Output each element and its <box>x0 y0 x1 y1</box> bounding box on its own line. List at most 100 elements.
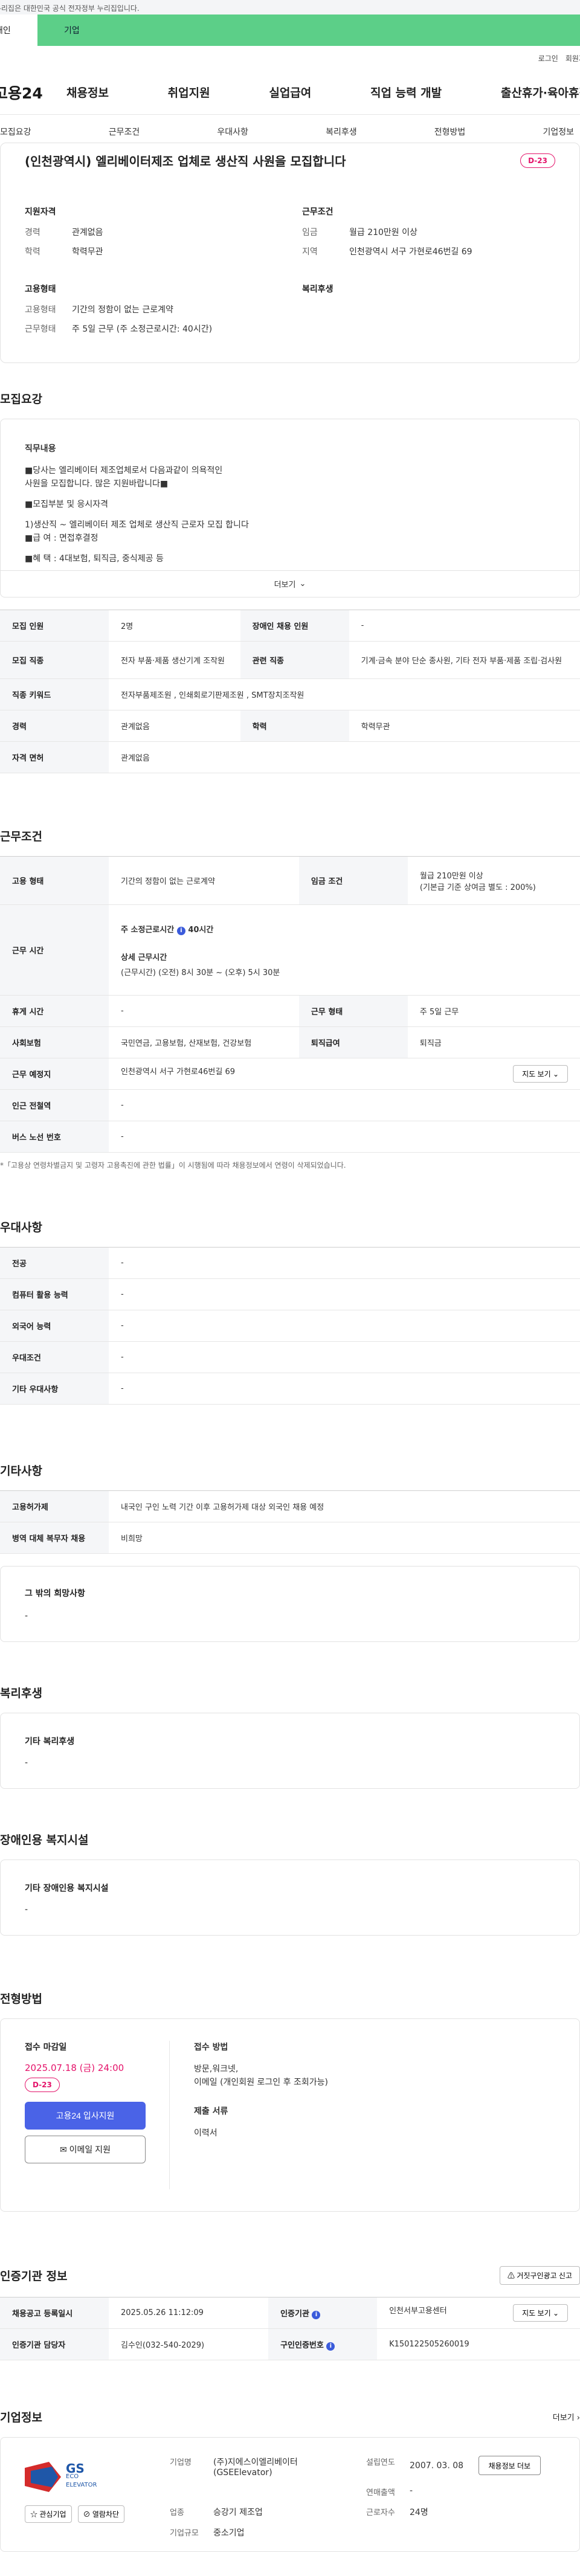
table-key: 모집 인원 <box>0 610 109 642</box>
map-button[interactable]: 지도 보기 ⌄ <box>513 1065 568 1083</box>
table-key: 퇴직급여 <box>298 1026 408 1058</box>
disabled-heading: 기타 장애인용 복지시설 <box>25 1884 109 1893</box>
anchor-work[interactable]: 근무조건 <box>109 126 140 138</box>
table-row: 전공 - <box>0 1247 580 1279</box>
table-value: 기계·금속 분야 단순 종사원, 기타 전자 부품·제품 조립·검사원 <box>349 641 580 679</box>
table-row: 컴퓨터 활용 능력 - <box>0 1278 580 1310</box>
apply-right: 접수 방법 방문,워크넷, 이메일 (개인회원 로그인 후 조회가능) 제출 서… <box>170 2041 328 2189</box>
method-value: 이메일 (개인회원 로그인 후 조회가능) <box>194 2078 328 2087</box>
anchor-pref[interactable]: 우대사항 <box>217 126 248 138</box>
table-key: 자격 면허 <box>0 741 109 773</box>
more-button[interactable]: 더보기 ⌄ <box>1 570 579 597</box>
company-info: 기업명 (주)지에스이엘리베이터(GSEElevator) 설립연도 2007.… <box>170 2456 555 2538</box>
table-value: K150122505260019 <box>377 2328 580 2360</box>
anchor-company[interactable]: 기업정보 <box>543 126 574 138</box>
table-key: 채용공고 등록일시 <box>0 2297 109 2329</box>
company-jobs-label: 채용정보 더보 <box>488 2461 531 2470</box>
apply-button[interactable]: 고용24 입사지원 <box>25 2102 146 2130</box>
login-link[interactable]: 로그인 <box>538 53 558 63</box>
company-name-label: 기업명 <box>170 2458 192 2467</box>
edu-value: 학력무관 <box>72 247 103 257</box>
anchor-recruit[interactable]: 모집요강 <box>0 126 31 138</box>
site-logo[interactable]: 고용24 <box>0 82 66 103</box>
work-time-cell: 주 소정근로시간 i 40시간 상세 근무시간 (근무시간) (오전) 8시 3… <box>109 904 580 996</box>
table-key: 구인인증번호 i <box>268 2328 378 2360</box>
table-value: 2명 <box>109 610 240 642</box>
company-jobs-button[interactable]: 채용정보 더보 <box>478 2456 541 2475</box>
table-key: 학력 <box>240 710 349 742</box>
docs-value: 이력서 <box>194 2128 218 2138</box>
company-more-link[interactable]: 더보기 › <box>553 2411 580 2423</box>
table-row: 버스 노선 번호 - <box>0 1121 580 1153</box>
gnb-item-leave[interactable]: 출산휴가·육아휴직 <box>501 84 580 100</box>
deadline-value: 2025.07.18 (금) 24:00 <box>25 2062 124 2073</box>
tab-company[interactable]: 기업 <box>37 14 580 46</box>
gnb-item-support[interactable]: 취업지원 <box>168 84 210 100</box>
deadline-heading: 접수 마감일 <box>25 2043 67 2052</box>
table-row: 채용공고 등록일시 2025.05.26 11:12:09 인증기관 i 인천서… <box>0 2297 580 2329</box>
duty-line: ■당사는 엘리베이터 제조업체로서 다음과같이 의욕적인 <box>25 466 223 475</box>
report-button[interactable]: ⚠ 거짓구인광고 신고 <box>499 2266 580 2285</box>
table-value: - <box>109 1373 580 1405</box>
block-icon: ⊘ <box>83 2510 91 2519</box>
user-type-tabs: 개인 기업 <box>0 14 580 46</box>
emp-title: 고용형태 <box>25 285 56 294</box>
disabled-box: 기타 장애인용 복지시설 - <box>0 1860 580 1936</box>
join-link[interactable]: 회원가입 <box>566 53 580 63</box>
block-company-button[interactable]: ⊘ 열람차단 <box>77 2505 125 2523</box>
anchor-apply[interactable]: 전형방법 <box>434 126 466 138</box>
anchor-welfare[interactable]: 복리후생 <box>326 126 357 138</box>
hope-value: - <box>25 1611 28 1621</box>
map-button-label: 지도 보기 <box>522 1070 551 1078</box>
hope-box: 그 밖의 희망사항 - <box>0 1566 580 1642</box>
chevron-down-icon: ⌄ <box>299 579 306 588</box>
gnb-item-benefit[interactable]: 실업급여 <box>269 84 311 100</box>
logo-text: GS <box>66 2461 85 2476</box>
company-sales-label: 연매출액 <box>366 2488 395 2497</box>
global-nav: 고용24 채용정보 취업지원 실업급여 직업 능력 개발 출산휴가·육아휴직 <box>0 70 580 115</box>
etc-section-title: 기타사항 <box>0 1464 42 1478</box>
gnb-item-jobs[interactable]: 채용정보 <box>66 84 109 100</box>
tab-personal[interactable]: 개인 <box>0 14 37 46</box>
emptype-label: 고용형태 <box>25 305 56 315</box>
star-icon: ☆ <box>30 2510 38 2519</box>
cert-map-label: 지도 보기 <box>522 2309 551 2317</box>
company-year-row: 2007. 03. 08 채용정보 더보 <box>410 2456 555 2478</box>
pref-section-title: 우대사항 <box>0 1221 42 1234</box>
table-row: 근무 예정지 인천광역시 서구 가현로46번길 69 지도 보기 ⌄ <box>0 1058 580 1090</box>
gnb-item-training[interactable]: 직업 능력 개발 <box>370 84 442 100</box>
worktype-value: 주 5일 근무 (주 소정근로시간: 40시간) <box>72 324 213 334</box>
method-heading: 접수 방법 <box>194 2043 228 2052</box>
table-key: 근무 형태 <box>298 995 408 1027</box>
apply-button-label: 고용24 입사지원 <box>56 2111 115 2120</box>
welfare-title: 복리후생 <box>302 285 334 294</box>
favorite-company-button[interactable]: ☆ 관심기업 <box>25 2505 72 2523</box>
duty-heading: 직무내용 <box>25 444 56 454</box>
table-key: 기타 우대사항 <box>0 1373 109 1405</box>
table-row: 자격 면허 관계없음 <box>0 741 580 773</box>
welfare-value: - <box>25 1758 28 1768</box>
table-key: 외국어 능력 <box>0 1310 109 1342</box>
etc-table: 고용허가제 내국인 구인 노력 기간 이후 고용허가제 대상 외국인 채용 예정 … <box>0 1490 580 1554</box>
email-apply-button[interactable]: ✉ 이메일 지원 <box>25 2136 146 2163</box>
info-icon[interactable]: i <box>326 2342 335 2351</box>
gov-banner-text: 이 누리집은 대한민국 공식 전자정부 누리집입니다. <box>0 4 140 13</box>
disabled-value: - <box>25 1905 28 1914</box>
info-icon[interactable]: i <box>312 2310 321 2319</box>
company-logo-area: GS ECO ELEVATOR ☆ 관심기업 ⊘ 열람차단 <box>25 2456 170 2533</box>
cert-section-head: 인증기관 정보 ⚠ 거짓구인광고 신고 <box>0 2266 580 2285</box>
table-row: 고용허가제 내국인 구인 노력 기간 이후 고용허가제 대상 외국인 채용 예정 <box>0 1490 580 1522</box>
welfare-group: 복리후생 <box>302 283 555 342</box>
cert-map-button[interactable]: 지도 보기 ⌄ <box>513 2304 568 2322</box>
wage-sub: (기본급 기준 상여금 별도 : 200%) <box>419 883 536 892</box>
table-key: 인증기관 i <box>268 2297 378 2329</box>
emp-group: 고용형태 고용형태 기간의 정함이 없는 근로계약 근무형태 주 5일 근무 (주 … <box>25 283 278 342</box>
duty-line: 1)생산직 ~ 엘리베이터 제조 업체로 생산직 근로자 모집 합니다 <box>25 520 249 530</box>
edu-label: 학력 <box>25 247 40 257</box>
table-value: - <box>109 1121 580 1153</box>
career-value: 관계없음 <box>72 228 103 237</box>
util-bar: 로그인 회원가입 <box>0 46 580 70</box>
report-button-label: 거짓구인광고 신고 <box>517 2272 572 2280</box>
info-icon[interactable]: i <box>176 926 185 935</box>
table-key: 고용 형태 <box>0 856 109 905</box>
